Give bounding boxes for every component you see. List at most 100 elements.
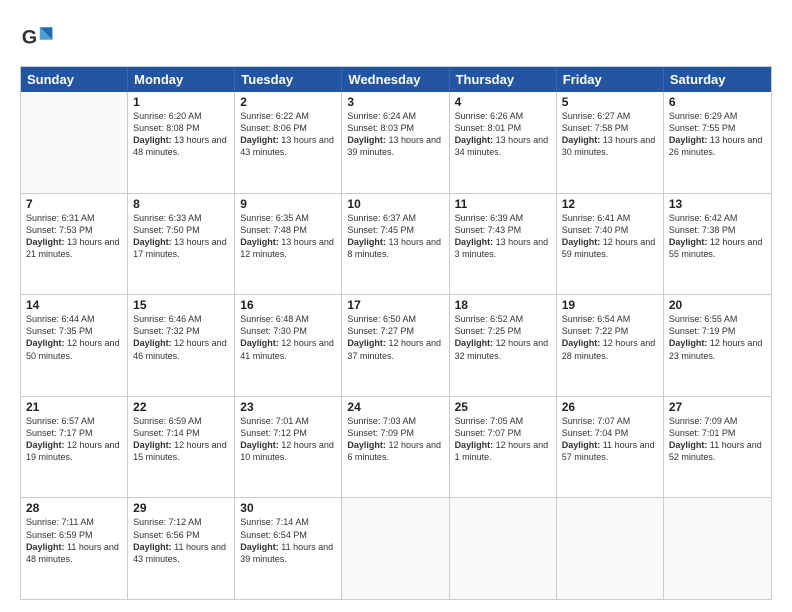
day-number: 17 xyxy=(347,298,443,312)
cell-info: Sunrise: 6:39 AMSunset: 7:43 PMDaylight:… xyxy=(455,212,551,261)
calendar-cell: 1Sunrise: 6:20 AMSunset: 8:08 PMDaylight… xyxy=(128,92,235,193)
day-number: 28 xyxy=(26,501,122,515)
logo-icon: G xyxy=(20,20,56,56)
day-number: 19 xyxy=(562,298,658,312)
day-number: 22 xyxy=(133,400,229,414)
calendar-cell xyxy=(21,92,128,193)
cell-info: Sunrise: 7:11 AMSunset: 6:59 PMDaylight:… xyxy=(26,516,122,565)
cell-info: Sunrise: 6:44 AMSunset: 7:35 PMDaylight:… xyxy=(26,313,122,362)
day-number: 1 xyxy=(133,95,229,109)
calendar-cell: 8Sunrise: 6:33 AMSunset: 7:50 PMDaylight… xyxy=(128,194,235,295)
calendar-cell: 22Sunrise: 6:59 AMSunset: 7:14 PMDayligh… xyxy=(128,397,235,498)
svg-text:G: G xyxy=(22,26,37,48)
calendar-cell: 30Sunrise: 7:14 AMSunset: 6:54 PMDayligh… xyxy=(235,498,342,599)
cell-info: Sunrise: 7:01 AMSunset: 7:12 PMDaylight:… xyxy=(240,415,336,464)
calendar-cell xyxy=(664,498,771,599)
cell-info: Sunrise: 6:41 AMSunset: 7:40 PMDaylight:… xyxy=(562,212,658,261)
day-number: 13 xyxy=(669,197,766,211)
cell-info: Sunrise: 6:48 AMSunset: 7:30 PMDaylight:… xyxy=(240,313,336,362)
day-number: 8 xyxy=(133,197,229,211)
cell-info: Sunrise: 7:14 AMSunset: 6:54 PMDaylight:… xyxy=(240,516,336,565)
calendar-cell: 27Sunrise: 7:09 AMSunset: 7:01 PMDayligh… xyxy=(664,397,771,498)
day-number: 18 xyxy=(455,298,551,312)
day-number: 5 xyxy=(562,95,658,109)
cell-info: Sunrise: 6:20 AMSunset: 8:08 PMDaylight:… xyxy=(133,110,229,159)
cell-info: Sunrise: 6:54 AMSunset: 7:22 PMDaylight:… xyxy=(562,313,658,362)
calendar-cell: 6Sunrise: 6:29 AMSunset: 7:55 PMDaylight… xyxy=(664,92,771,193)
cell-info: Sunrise: 6:55 AMSunset: 7:19 PMDaylight:… xyxy=(669,313,766,362)
calendar-cell xyxy=(342,498,449,599)
cell-info: Sunrise: 7:05 AMSunset: 7:07 PMDaylight:… xyxy=(455,415,551,464)
day-number: 4 xyxy=(455,95,551,109)
calendar-cell: 19Sunrise: 6:54 AMSunset: 7:22 PMDayligh… xyxy=(557,295,664,396)
calendar-cell: 18Sunrise: 6:52 AMSunset: 7:25 PMDayligh… xyxy=(450,295,557,396)
cell-info: Sunrise: 7:03 AMSunset: 7:09 PMDaylight:… xyxy=(347,415,443,464)
weekday-header-wednesday: Wednesday xyxy=(342,67,449,92)
cell-info: Sunrise: 6:35 AMSunset: 7:48 PMDaylight:… xyxy=(240,212,336,261)
calendar-row-5: 28Sunrise: 7:11 AMSunset: 6:59 PMDayligh… xyxy=(21,498,771,599)
logo: G xyxy=(20,20,60,56)
calendar-cell: 11Sunrise: 6:39 AMSunset: 7:43 PMDayligh… xyxy=(450,194,557,295)
day-number: 21 xyxy=(26,400,122,414)
day-number: 24 xyxy=(347,400,443,414)
calendar-cell: 15Sunrise: 6:46 AMSunset: 7:32 PMDayligh… xyxy=(128,295,235,396)
cell-info: Sunrise: 6:37 AMSunset: 7:45 PMDaylight:… xyxy=(347,212,443,261)
cell-info: Sunrise: 7:07 AMSunset: 7:04 PMDaylight:… xyxy=(562,415,658,464)
day-number: 2 xyxy=(240,95,336,109)
weekday-header-saturday: Saturday xyxy=(664,67,771,92)
cell-info: Sunrise: 7:12 AMSunset: 6:56 PMDaylight:… xyxy=(133,516,229,565)
cell-info: Sunrise: 6:24 AMSunset: 8:03 PMDaylight:… xyxy=(347,110,443,159)
calendar-cell: 23Sunrise: 7:01 AMSunset: 7:12 PMDayligh… xyxy=(235,397,342,498)
calendar-cell xyxy=(450,498,557,599)
weekday-header-friday: Friday xyxy=(557,67,664,92)
calendar-cell: 4Sunrise: 6:26 AMSunset: 8:01 PMDaylight… xyxy=(450,92,557,193)
calendar-cell: 20Sunrise: 6:55 AMSunset: 7:19 PMDayligh… xyxy=(664,295,771,396)
calendar-header: SundayMondayTuesdayWednesdayThursdayFrid… xyxy=(21,67,771,92)
day-number: 30 xyxy=(240,501,336,515)
calendar-cell: 9Sunrise: 6:35 AMSunset: 7:48 PMDaylight… xyxy=(235,194,342,295)
day-number: 16 xyxy=(240,298,336,312)
calendar-row-2: 7Sunrise: 6:31 AMSunset: 7:53 PMDaylight… xyxy=(21,194,771,296)
calendar-cell: 21Sunrise: 6:57 AMSunset: 7:17 PMDayligh… xyxy=(21,397,128,498)
calendar-cell: 26Sunrise: 7:07 AMSunset: 7:04 PMDayligh… xyxy=(557,397,664,498)
calendar-cell: 7Sunrise: 6:31 AMSunset: 7:53 PMDaylight… xyxy=(21,194,128,295)
day-number: 26 xyxy=(562,400,658,414)
calendar-row-4: 21Sunrise: 6:57 AMSunset: 7:17 PMDayligh… xyxy=(21,397,771,499)
cell-info: Sunrise: 6:42 AMSunset: 7:38 PMDaylight:… xyxy=(669,212,766,261)
calendar-body: 1Sunrise: 6:20 AMSunset: 8:08 PMDaylight… xyxy=(21,92,771,599)
cell-info: Sunrise: 6:52 AMSunset: 7:25 PMDaylight:… xyxy=(455,313,551,362)
day-number: 12 xyxy=(562,197,658,211)
day-number: 7 xyxy=(26,197,122,211)
calendar-cell: 12Sunrise: 6:41 AMSunset: 7:40 PMDayligh… xyxy=(557,194,664,295)
page: G SundayMondayTuesdayWednesdayThursdayFr… xyxy=(0,0,792,612)
weekday-header-monday: Monday xyxy=(128,67,235,92)
cell-info: Sunrise: 6:29 AMSunset: 7:55 PMDaylight:… xyxy=(669,110,766,159)
cell-info: Sunrise: 6:50 AMSunset: 7:27 PMDaylight:… xyxy=(347,313,443,362)
cell-info: Sunrise: 6:59 AMSunset: 7:14 PMDaylight:… xyxy=(133,415,229,464)
calendar: SundayMondayTuesdayWednesdayThursdayFrid… xyxy=(20,66,772,600)
calendar-cell: 5Sunrise: 6:27 AMSunset: 7:58 PMDaylight… xyxy=(557,92,664,193)
calendar-cell: 24Sunrise: 7:03 AMSunset: 7:09 PMDayligh… xyxy=(342,397,449,498)
weekday-header-sunday: Sunday xyxy=(21,67,128,92)
cell-info: Sunrise: 7:09 AMSunset: 7:01 PMDaylight:… xyxy=(669,415,766,464)
calendar-cell: 10Sunrise: 6:37 AMSunset: 7:45 PMDayligh… xyxy=(342,194,449,295)
day-number: 10 xyxy=(347,197,443,211)
calendar-cell: 3Sunrise: 6:24 AMSunset: 8:03 PMDaylight… xyxy=(342,92,449,193)
day-number: 29 xyxy=(133,501,229,515)
calendar-cell: 16Sunrise: 6:48 AMSunset: 7:30 PMDayligh… xyxy=(235,295,342,396)
calendar-row-3: 14Sunrise: 6:44 AMSunset: 7:35 PMDayligh… xyxy=(21,295,771,397)
weekday-header-thursday: Thursday xyxy=(450,67,557,92)
cell-info: Sunrise: 6:26 AMSunset: 8:01 PMDaylight:… xyxy=(455,110,551,159)
weekday-header-tuesday: Tuesday xyxy=(235,67,342,92)
calendar-cell: 29Sunrise: 7:12 AMSunset: 6:56 PMDayligh… xyxy=(128,498,235,599)
day-number: 6 xyxy=(669,95,766,109)
day-number: 27 xyxy=(669,400,766,414)
day-number: 25 xyxy=(455,400,551,414)
day-number: 15 xyxy=(133,298,229,312)
calendar-cell: 17Sunrise: 6:50 AMSunset: 7:27 PMDayligh… xyxy=(342,295,449,396)
day-number: 9 xyxy=(240,197,336,211)
calendar-cell: 13Sunrise: 6:42 AMSunset: 7:38 PMDayligh… xyxy=(664,194,771,295)
cell-info: Sunrise: 6:33 AMSunset: 7:50 PMDaylight:… xyxy=(133,212,229,261)
calendar-cell: 25Sunrise: 7:05 AMSunset: 7:07 PMDayligh… xyxy=(450,397,557,498)
cell-info: Sunrise: 6:46 AMSunset: 7:32 PMDaylight:… xyxy=(133,313,229,362)
